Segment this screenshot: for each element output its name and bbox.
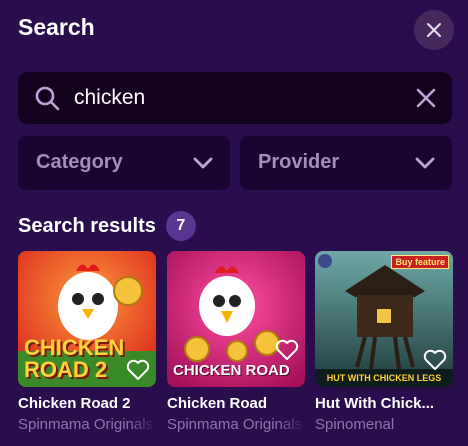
chevron-down-icon [415, 157, 435, 169]
game-art-title: CHICKEN ROAD [173, 362, 290, 379]
category-label: Category [36, 151, 123, 173]
game-thumbnail: CHICKEN ROAD [167, 251, 305, 387]
close-icon [427, 23, 441, 37]
heart-icon[interactable] [275, 339, 299, 361]
game-card[interactable]: CHICKEN ROAD Chicken Road Spinmama Origi… [167, 251, 305, 433]
chevron-down-icon [193, 157, 213, 169]
search-input[interactable] [74, 82, 394, 114]
search-icon [35, 86, 60, 111]
provider-label: Provider [258, 151, 340, 173]
game-card[interactable]: Buy feature HUT WITH CHICKEN LEGS Hut Wi… [315, 251, 453, 433]
game-thumbnail: Buy feature HUT WITH CHICKEN LEGS [315, 251, 453, 387]
close-button[interactable] [414, 10, 454, 50]
game-name: Chicken Road 2 [18, 395, 131, 412]
game-provider: Spinmama Originals [18, 416, 154, 433]
game-thumbnail: CHICKEN ROAD 2 [18, 251, 156, 387]
results-count-badge: 7 [165, 211, 196, 241]
search-results-header: Search results 7 [18, 211, 196, 241]
heart-icon[interactable] [423, 349, 447, 371]
buy-feature-badge: Buy feature [391, 255, 449, 269]
modal-header: Search [18, 10, 454, 50]
game-name: Hut With Chick... [315, 395, 435, 412]
game-provider: Spinomenal [315, 416, 395, 433]
game-name: Chicken Road [167, 395, 268, 412]
search-results-title: Search results [18, 214, 156, 237]
search-box [18, 72, 452, 124]
clear-search-icon[interactable] [414, 86, 438, 110]
page-title: Search [18, 14, 95, 40]
category-dropdown[interactable]: Category [18, 136, 230, 190]
game-card[interactable]: CHICKEN ROAD 2 Chicken Road 2 Spinmama O… [18, 251, 156, 433]
heart-icon[interactable] [126, 359, 150, 381]
game-provider: Spinmama Originals [167, 416, 303, 433]
game-art-title: HUT WITH CHICKEN LEGS [326, 373, 442, 383]
provider-dropdown[interactable]: Provider [240, 136, 452, 190]
